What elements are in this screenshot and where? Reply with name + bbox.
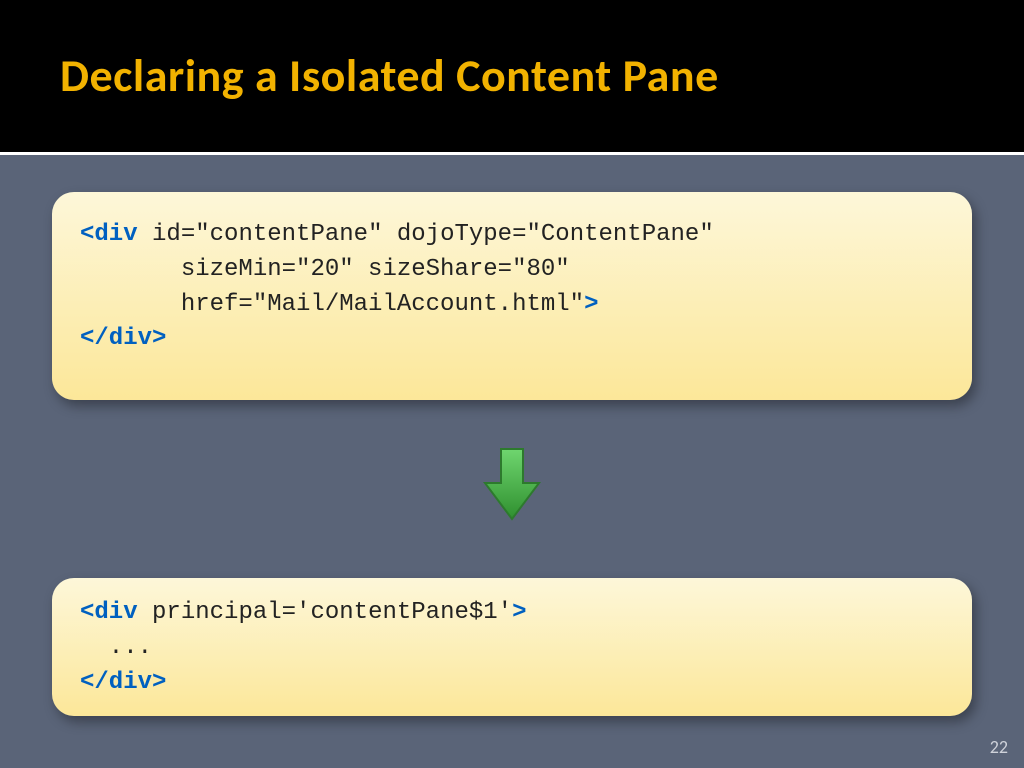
- tag-close: </div>: [80, 669, 166, 696]
- code-content: <div id="contentPane" dojoType="ContentP…: [80, 218, 944, 357]
- tag-open-bracket: <: [80, 599, 94, 626]
- tag-name: div: [94, 599, 137, 626]
- code-attrs-line3: href="Mail/MailAccount.html": [80, 291, 584, 318]
- code-attrs-line2: sizeMin="20" sizeShare="80": [80, 256, 570, 283]
- code-attrs: principal='contentPane$1': [138, 599, 512, 626]
- arrow-container: [0, 445, 1024, 523]
- tag-close-angle: >: [512, 599, 526, 626]
- tag-open-bracket: <: [80, 221, 94, 248]
- tag-close: </div>: [80, 325, 166, 352]
- code-body: ...: [80, 634, 152, 661]
- slide-header: Declaring a Isolated Content Pane: [0, 0, 1024, 155]
- tag-close-angle: >: [584, 291, 598, 318]
- code-attrs-line1: id="contentPane" dojoType="ContentPane": [138, 221, 714, 248]
- down-arrow-icon: [481, 445, 543, 523]
- slide-title: Declaring a Isolated Content Pane: [60, 48, 719, 104]
- code-content: <div principal='contentPane$1'> ... </di…: [80, 596, 944, 700]
- code-block-result: <div principal='contentPane$1'> ... </di…: [52, 578, 972, 716]
- tag-name: div: [94, 221, 137, 248]
- slide: Declaring a Isolated Content Pane <div i…: [0, 0, 1024, 768]
- code-block-source: <div id="contentPane" dojoType="ContentP…: [52, 192, 972, 400]
- page-number: 22: [990, 736, 1008, 758]
